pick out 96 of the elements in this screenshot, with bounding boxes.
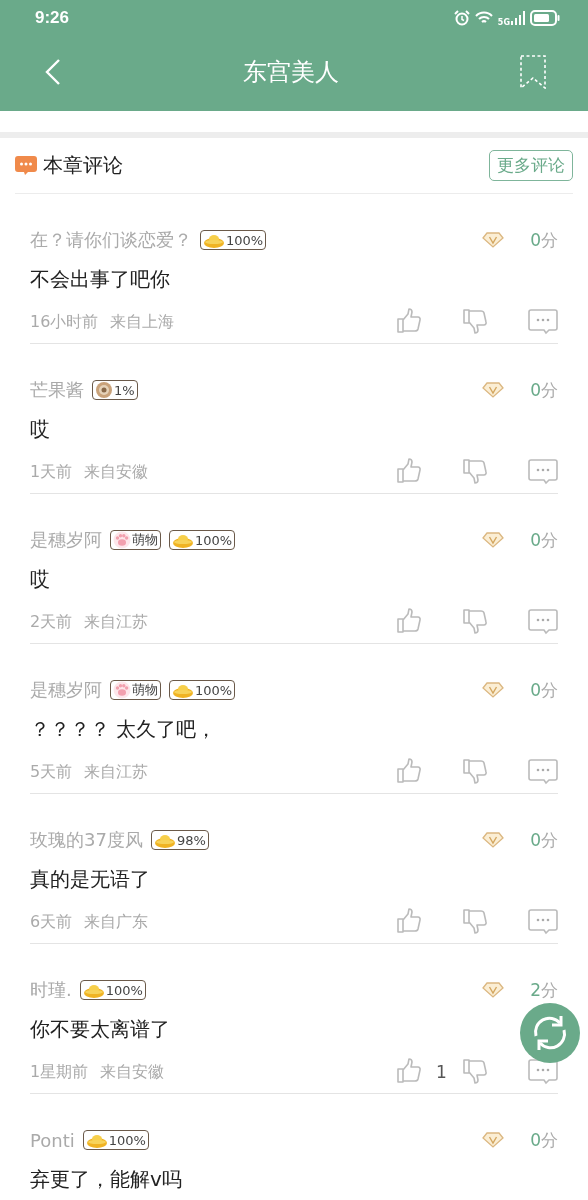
back-icon[interactable] <box>44 57 62 86</box>
reply-icon[interactable] <box>528 759 558 785</box>
comment-time: 1天前 <box>30 461 73 483</box>
badge-label: 萌物 <box>132 531 158 549</box>
score-unit: 分 <box>541 379 558 400</box>
comment-text: ？？？？ 太久了吧， <box>30 716 218 743</box>
comment-time: 16小时前 <box>30 311 99 333</box>
ingot-icon <box>203 232 225 248</box>
comment-location: 来自江苏 <box>84 761 149 783</box>
status-time: 9:26 <box>35 8 71 28</box>
badge-label: 萌物 <box>132 681 158 699</box>
signal-icon <box>511 11 525 25</box>
score-value: 0 <box>530 229 541 250</box>
score-value: 0 <box>530 379 541 400</box>
user-name[interactable]: 是穗岁阿 <box>30 528 102 552</box>
thumbs-down-icon[interactable] <box>462 308 490 336</box>
badge-label: 1% <box>114 382 135 398</box>
reply-icon[interactable] <box>528 459 558 485</box>
diamond-icon <box>482 682 505 698</box>
battery-icon <box>530 10 560 26</box>
paw-icon <box>113 681 131 699</box>
thumbs-down-icon[interactable] <box>462 458 490 486</box>
badge-label: 100% <box>226 232 264 248</box>
comment-time: 1星期前 <box>30 1061 89 1083</box>
score-value: 2 <box>530 979 541 1000</box>
diamond-icon <box>482 532 505 548</box>
comment-location: 来自上海 <box>110 311 175 333</box>
ingot-icon <box>172 682 194 698</box>
thumbs-up-icon[interactable] <box>396 458 424 486</box>
user-name[interactable]: 是穗岁阿 <box>30 678 102 702</box>
thumbs-up-icon[interactable] <box>396 1058 424 1086</box>
comment-location: 来自广东 <box>84 911 149 933</box>
paw-icon <box>113 531 131 549</box>
comment-location: 来自安徽 <box>84 461 149 483</box>
network-label: 5G <box>497 17 510 27</box>
user-name[interactable]: 在？请你们谈恋爱？ <box>30 228 192 252</box>
thumbs-up-icon[interactable] <box>396 308 424 336</box>
comment-location: 来自安徽 <box>100 1061 165 1083</box>
reply-icon[interactable] <box>528 909 558 935</box>
badge-label: 100% <box>195 682 233 698</box>
comment-time: 5天前 <box>30 761 73 783</box>
score-unit: 分 <box>541 1129 558 1150</box>
badge-label: 100% <box>105 982 143 998</box>
ingot-icon <box>172 532 194 548</box>
diamond-icon <box>482 232 505 248</box>
comment-text: 你不要太离谱了 <box>30 1016 171 1043</box>
score-unit: 分 <box>541 229 558 250</box>
bookmark-icon[interactable] <box>520 54 546 89</box>
user-name[interactable]: 芒果酱 <box>30 378 84 402</box>
like-count: 1 <box>436 1062 447 1082</box>
badge-label: 100% <box>108 1132 146 1148</box>
thumbs-up-icon[interactable] <box>396 908 424 936</box>
page-title: 东宫美人 <box>243 56 339 88</box>
badge-label: 98% <box>176 832 206 848</box>
thumbs-down-icon[interactable] <box>462 758 490 786</box>
comment-text: 弃更了，能解v吗 <box>30 1166 183 1193</box>
comment-location: 来自江苏 <box>84 611 149 633</box>
thumbs-down-icon[interactable] <box>462 1058 490 1086</box>
comment-icon <box>15 155 37 176</box>
comment-text: 不会出事了吧你 <box>30 266 171 293</box>
score-unit: 分 <box>541 529 558 550</box>
comment-time: 2天前 <box>30 611 73 633</box>
thumbs-up-icon[interactable] <box>396 758 424 786</box>
diamond-icon <box>482 982 505 998</box>
comment-time: 6天前 <box>30 911 73 933</box>
score-value: 0 <box>530 1129 541 1150</box>
comment-text: 哎 <box>30 566 51 593</box>
ingot-icon <box>153 832 176 848</box>
ingot-icon <box>85 1132 108 1148</box>
diamond-icon <box>482 1132 505 1148</box>
alarm-icon <box>453 10 470 26</box>
reply-icon[interactable] <box>528 609 558 635</box>
more-comments-button[interactable]: 更多评论 <box>489 150 573 181</box>
score-value: 0 <box>530 529 541 550</box>
reply-icon[interactable] <box>528 309 558 335</box>
coin-icon <box>95 381 113 399</box>
comment-text: 真的是无语了 <box>30 866 151 893</box>
wifi-icon <box>474 11 493 25</box>
user-name[interactable]: 时瑾. <box>30 978 72 1002</box>
diamond-icon <box>482 382 505 398</box>
diamond-icon <box>482 832 505 848</box>
score-unit: 分 <box>541 979 558 1000</box>
user-name[interactable]: 玫瑰的37度风 <box>30 828 143 852</box>
score-unit: 分 <box>541 829 558 850</box>
user-name[interactable]: Ponti <box>30 1129 75 1151</box>
thumbs-down-icon[interactable] <box>462 908 490 936</box>
thumbs-down-icon[interactable] <box>462 608 490 636</box>
ingot-icon <box>82 982 105 998</box>
badge-label: 100% <box>195 532 233 548</box>
refresh-button[interactable] <box>519 1002 581 1064</box>
score-value: 0 <box>530 829 541 850</box>
score-unit: 分 <box>541 679 558 700</box>
section-title: 本章评论 <box>43 152 124 179</box>
score-value: 0 <box>530 679 541 700</box>
comment-text: 哎 <box>30 416 51 443</box>
thumbs-up-icon[interactable] <box>396 608 424 636</box>
